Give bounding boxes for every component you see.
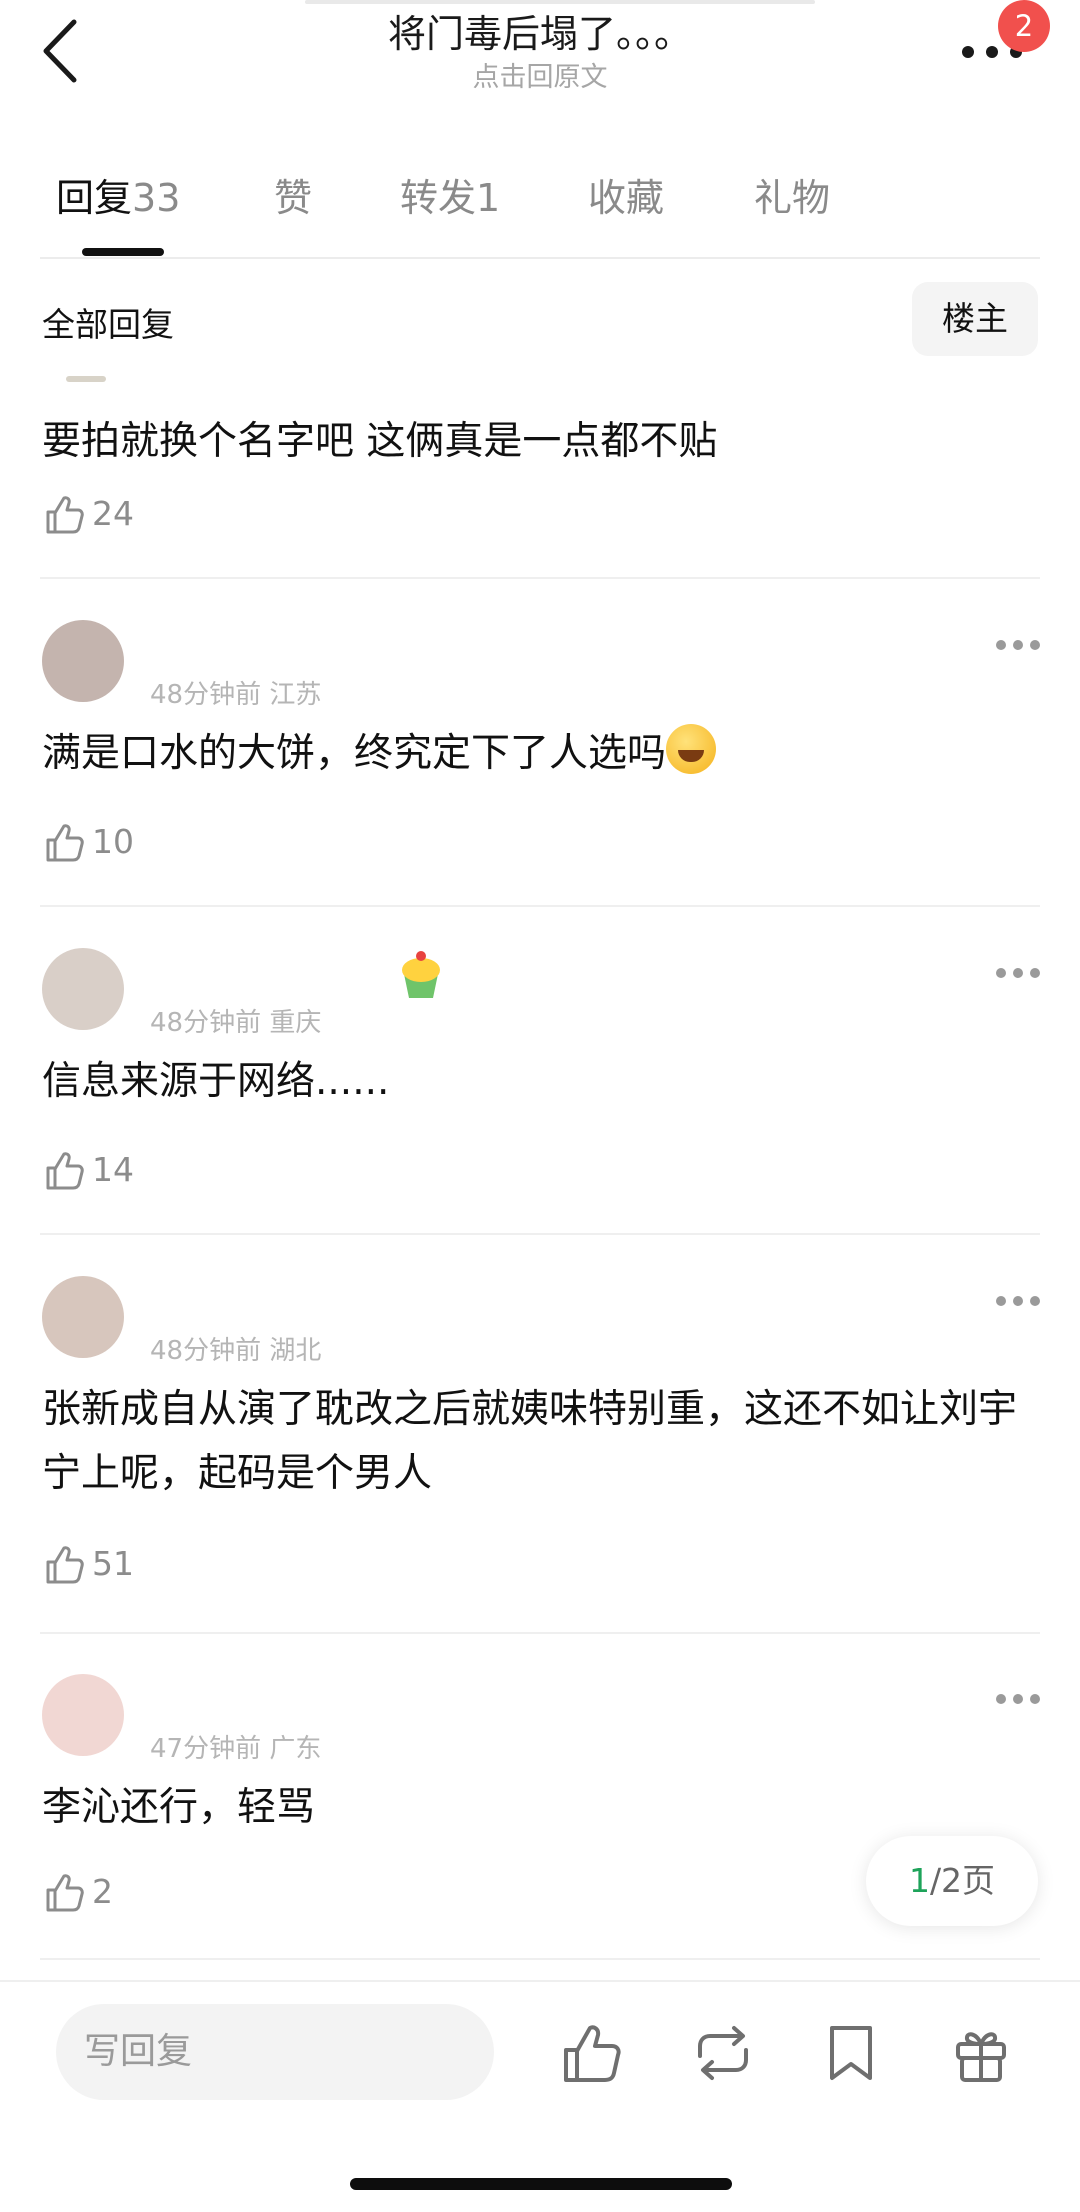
- tab-count: 1: [476, 176, 501, 220]
- current-page: 1: [908, 1861, 930, 1900]
- like-button[interactable]: 14: [42, 1148, 242, 1194]
- like-button[interactable]: 2: [42, 1870, 242, 1916]
- comment-text-content: 满是口水的大饼，终究定下了人选吗: [42, 731, 667, 776]
- title-block[interactable]: 将门毒后塌了。。。 点击回原文: [240, 10, 840, 96]
- like-count: 24: [92, 494, 134, 533]
- gift-icon[interactable]: [946, 2018, 1016, 2088]
- bookmark-icon[interactable]: [816, 2018, 886, 2088]
- divider: [40, 1233, 1040, 1235]
- comment-more-icon[interactable]: [996, 968, 1040, 980]
- tab-label: 收藏: [588, 176, 665, 220]
- owner-only-button[interactable]: 楼主: [912, 282, 1038, 356]
- avatar[interactable]: [42, 948, 124, 1030]
- comment-text[interactable]: 满是口水的大饼，终究定下了人选吗: [42, 722, 1032, 786]
- back-arrow-icon[interactable]: [40, 18, 80, 84]
- header: 将门毒后塌了。。。 点击回原文 2: [0, 0, 1080, 150]
- comment-more-icon[interactable]: [996, 1296, 1040, 1308]
- comment-meta: 48分钟前 湖北: [150, 1336, 322, 1366]
- tab-label: 转发: [400, 176, 477, 220]
- like-count: 2: [92, 1872, 113, 1911]
- like-icon[interactable]: [556, 2018, 626, 2088]
- comment-text[interactable]: 李沁还行，轻骂: [42, 1776, 1032, 1840]
- comment-text[interactable]: 要拍就换个名字吧 这俩真是一点都不贴: [42, 410, 1032, 474]
- divider: [40, 577, 1040, 579]
- thumbs-up-icon: [46, 1546, 84, 1584]
- tab-favorites[interactable]: 收藏: [588, 170, 664, 226]
- thumbs-up-icon: [46, 1874, 84, 1912]
- repost-icon[interactable]: [688, 2018, 758, 2088]
- avatar[interactable]: [42, 620, 124, 702]
- back-to-original-link[interactable]: 点击回原文: [240, 60, 840, 96]
- avatar-fragment: [66, 376, 106, 382]
- like-count: 14: [92, 1150, 134, 1189]
- total-pages: /2页: [929, 1861, 996, 1900]
- comment-more-icon[interactable]: [996, 1694, 1040, 1706]
- cupcake-badge-icon: [402, 951, 440, 998]
- top-indicator: [305, 0, 815, 4]
- comment-text[interactable]: 信息来源于网络......: [42, 1050, 1032, 1114]
- tab-likes[interactable]: 赞: [274, 170, 312, 226]
- comment-more-icon[interactable]: [996, 640, 1040, 652]
- tab-label: 赞: [274, 176, 313, 220]
- like-count: 51: [92, 1544, 134, 1583]
- thumbs-up-icon: [46, 496, 84, 534]
- divider: [40, 1958, 1040, 1960]
- page-indicator[interactable]: 1/2页: [866, 1836, 1038, 1926]
- laughing-emoji-icon: [666, 724, 717, 774]
- like-count: 10: [92, 822, 134, 861]
- divider: [40, 905, 1040, 907]
- page-title: 将门毒后塌了。。。: [387, 12, 692, 56]
- tab-bar: 回复33 赞 转发1 收藏 礼物: [0, 160, 1080, 260]
- tab-reposts[interactable]: 转发1: [400, 170, 500, 226]
- thumbs-up-icon: [46, 824, 84, 862]
- like-button[interactable]: 24: [42, 492, 242, 538]
- thumbs-up-icon: [46, 1152, 84, 1190]
- tab-label: 回复: [56, 176, 133, 220]
- comment-text[interactable]: 张新成自从演了耽改之后就姨味特别重，这还不如让刘宇宁上呢，起码是个男人: [42, 1378, 1032, 1506]
- active-tab-indicator: [82, 248, 164, 256]
- comment-meta: 48分钟前 江苏: [150, 680, 322, 710]
- bottom-action-bar: 写回复: [0, 1980, 1080, 2212]
- avatar[interactable]: [42, 1276, 124, 1358]
- comment-meta: 47分钟前 广东: [150, 1734, 322, 1764]
- divider: [40, 1632, 1040, 1634]
- tab-replies[interactable]: 回复33: [56, 170, 180, 226]
- avatar[interactable]: [42, 1674, 124, 1756]
- tab-label: 礼物: [754, 176, 831, 220]
- tab-count: 33: [132, 176, 181, 220]
- divider: [40, 257, 1040, 259]
- like-button[interactable]: 51: [42, 1542, 242, 1588]
- tab-gifts[interactable]: 礼物: [754, 170, 830, 226]
- all-replies-label: 全部回复: [42, 305, 174, 344]
- reply-input[interactable]: 写回复: [56, 2004, 494, 2100]
- comment-meta: 48分钟前 重庆: [150, 1008, 322, 1038]
- notification-badge: 2: [998, 0, 1050, 52]
- like-button[interactable]: 10: [42, 820, 242, 866]
- home-indicator: [350, 2178, 732, 2190]
